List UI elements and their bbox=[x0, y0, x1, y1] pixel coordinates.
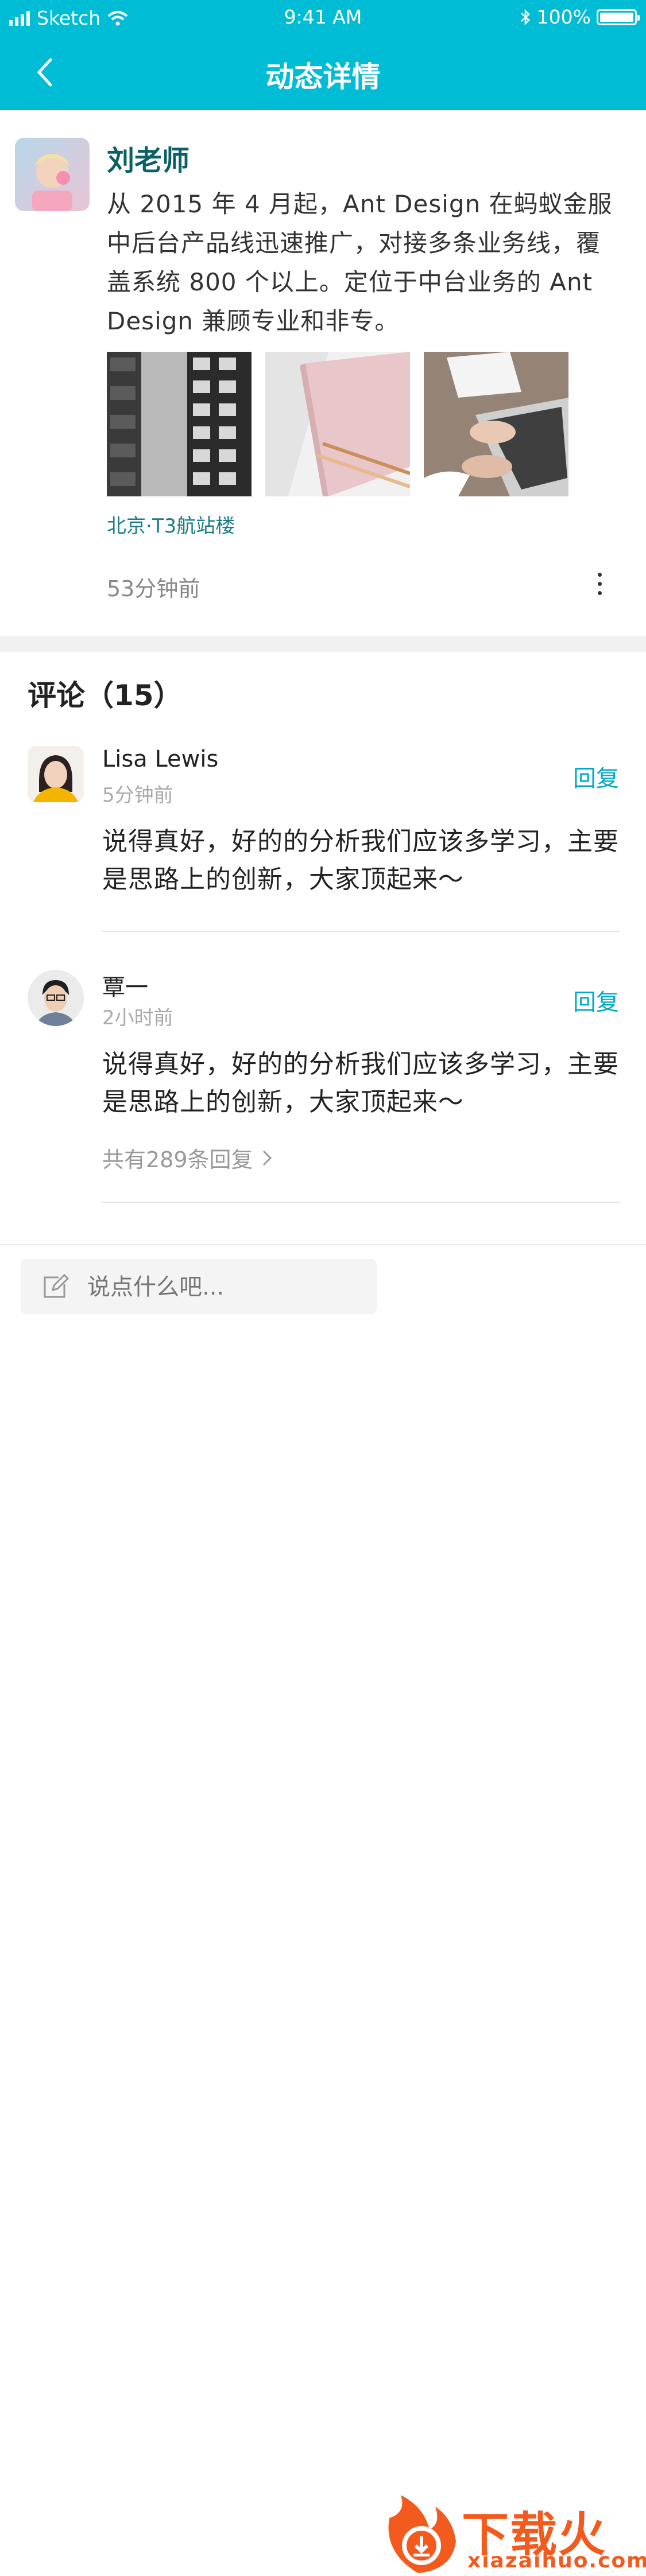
post-location[interactable]: 北京·T3航站楼 bbox=[107, 510, 235, 538]
comment-text: 说得真好，好的的分析我们应该多学习，主要是思路上的创新，大家顶起来～ bbox=[102, 1050, 619, 1117]
edit-icon bbox=[44, 1274, 69, 1298]
post-photo-notebook[interactable] bbox=[265, 352, 410, 496]
comment-time: 2小时前 bbox=[102, 1007, 173, 1029]
comment-divider bbox=[102, 931, 620, 932]
section-divider bbox=[0, 636, 646, 652]
comments-title: 评论（15） bbox=[28, 679, 183, 712]
commenter-avatar[interactable] bbox=[28, 970, 84, 1026]
comment-input-container[interactable] bbox=[21, 1259, 377, 1315]
watermark-url: xiazaihuo.com bbox=[467, 2549, 646, 2573]
more-options-icon[interactable] bbox=[594, 573, 605, 599]
view-replies-link[interactable]: 共有289条回复 bbox=[102, 1142, 273, 1174]
post-time: 53分钟前 bbox=[107, 576, 200, 601]
comment-input-bar: 下载火 xiazaihuo.com bbox=[0, 1244, 646, 2573]
post-photo-laptop[interactable] bbox=[424, 352, 568, 496]
comment-divider bbox=[102, 1202, 620, 1203]
comment-input[interactable] bbox=[86, 1259, 364, 1315]
commenter-name[interactable]: 覃一 bbox=[102, 969, 148, 1002]
battery-icon bbox=[597, 9, 640, 25]
commenter-name[interactable]: Lisa Lewis bbox=[102, 746, 218, 772]
app-header: Sketch 9:41 AM 100% 动态详情 bbox=[0, 0, 646, 110]
status-bar: Sketch 9:41 AM 100% bbox=[0, 0, 646, 37]
bluetooth-icon bbox=[520, 9, 530, 25]
post-content: 从 2015 年 4 月起，Ant Design 在蚂蚁金服中后台产品线迅速推广… bbox=[107, 190, 613, 335]
author-name[interactable]: 刘老师 bbox=[107, 138, 189, 178]
comment-time: 5分钟前 bbox=[102, 784, 173, 807]
watermark: 下载火 xiazaihuo.com bbox=[381, 2492, 646, 2576]
commenter-avatar[interactable] bbox=[28, 746, 84, 802]
battery-label: 100% bbox=[536, 6, 591, 28]
status-right: 100% bbox=[520, 6, 640, 28]
author-avatar[interactable] bbox=[15, 138, 90, 211]
post-photo-building[interactable] bbox=[107, 352, 252, 496]
reply-button[interactable]: 回复 bbox=[573, 984, 619, 1017]
post-photos bbox=[107, 352, 568, 496]
reply-button[interactable]: 回复 bbox=[573, 760, 619, 793]
flame-logo-icon bbox=[388, 2495, 456, 2573]
sub-replies-count: 共有289条回复 bbox=[102, 1147, 253, 1172]
chevron-right-icon bbox=[262, 1150, 272, 1165]
comment-text: 说得真好，好的的分析我们应该多学习，主要是思路上的创新，大家顶起来～ bbox=[102, 827, 619, 894]
page-title: 动态详情 bbox=[265, 60, 381, 94]
